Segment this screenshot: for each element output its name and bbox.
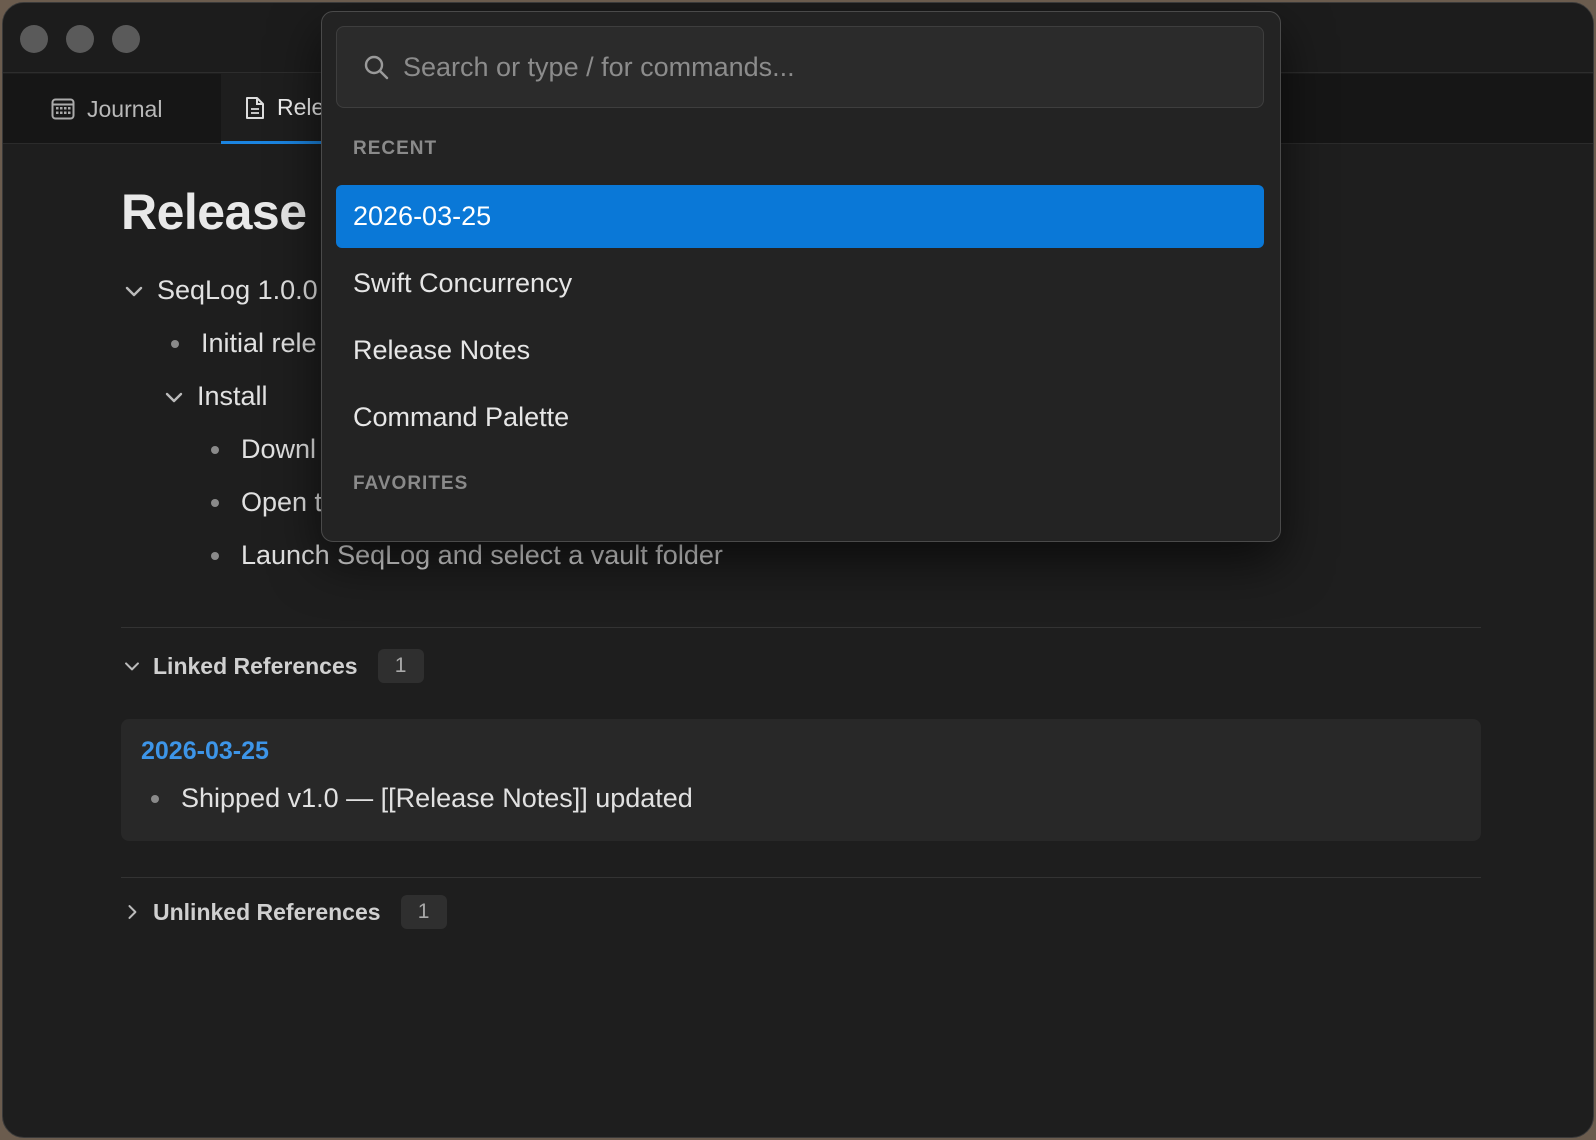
calendar-icon (51, 98, 75, 120)
linked-reference-card: 2026-03-25 Shipped v1.0 — [[Release Note… (121, 719, 1481, 841)
page-title: Release (121, 184, 307, 240)
outline-item-install[interactable]: Install (161, 381, 268, 412)
outline-item-launch[interactable]: Launch SeqLog and select a vault folder (211, 540, 723, 571)
close-window-button[interactable] (20, 25, 48, 53)
unlinked-references-label: Unlinked References (153, 898, 381, 925)
bullet-dot (151, 794, 159, 803)
outline-item-install-label: Install (197, 381, 268, 411)
linked-references-header[interactable]: Linked References 1 (121, 649, 424, 683)
bullet-dot (211, 445, 219, 454)
outline-item-launch-label: Launch SeqLog and select a vault folder (241, 540, 723, 570)
chevron-down-icon[interactable] (121, 655, 143, 677)
bullet-dot (211, 498, 219, 507)
outline-item-initial[interactable]: Initial rele (171, 328, 317, 359)
linked-references-label: Linked References (153, 652, 358, 679)
chevron-down-icon[interactable] (121, 278, 147, 304)
favorites-section-label: FAVORITES (353, 473, 469, 494)
tab-journal[interactable]: Journal (51, 74, 162, 144)
palette-item-release-notes[interactable]: Release Notes (336, 319, 1264, 382)
command-palette: RECENT 2026-03-25 Swift Concurrency Rele… (321, 11, 1281, 542)
outline-item-download[interactable]: Downl (211, 434, 316, 465)
section-divider (121, 877, 1481, 878)
document-icon (246, 96, 264, 119)
reference-date-link[interactable]: 2026-03-25 (141, 737, 269, 766)
chevron-down-icon[interactable] (161, 384, 187, 410)
section-divider (121, 627, 1481, 628)
outline-item-version[interactable]: SeqLog 1.0.0 (121, 275, 318, 306)
outline-item-version-label: SeqLog 1.0.0 (157, 275, 318, 305)
recent-section-label: RECENT (353, 138, 438, 159)
app-window: Journal Rele Release SeqLog 1.0.0 Initia… (2, 2, 1594, 1138)
linked-references-count: 1 (377, 649, 424, 683)
outline-item-open[interactable]: Open t (211, 487, 322, 518)
reference-block[interactable]: Shipped v1.0 — [[Release Notes]] updated (151, 783, 693, 814)
palette-search-box[interactable] (336, 26, 1264, 108)
palette-item-2026-03-25[interactable]: 2026-03-25 (336, 185, 1264, 248)
minimize-window-button[interactable] (66, 25, 94, 53)
outline-item-download-label: Downl (241, 434, 317, 464)
palette-item-command-palette[interactable]: Command Palette (336, 386, 1264, 449)
chevron-right-icon[interactable] (121, 901, 143, 923)
reference-block-text: Shipped v1.0 — [[Release Notes]] updated (181, 783, 693, 813)
bullet-dot (211, 551, 219, 560)
tab-release-notes-label: Rele (277, 94, 325, 120)
search-icon (364, 55, 389, 80)
palette-item-swift-concurrency[interactable]: Swift Concurrency (336, 252, 1264, 315)
outline-item-open-label: Open t (241, 487, 323, 517)
outline-item-initial-label: Initial rele (201, 328, 317, 358)
unlinked-references-header[interactable]: Unlinked References 1 (121, 895, 447, 929)
unlinked-references-count: 1 (400, 895, 447, 929)
palette-search-input[interactable] (403, 51, 1263, 83)
tab-journal-label: Journal (87, 95, 163, 122)
zoom-window-button[interactable] (112, 25, 140, 53)
bullet-dot (171, 339, 179, 348)
